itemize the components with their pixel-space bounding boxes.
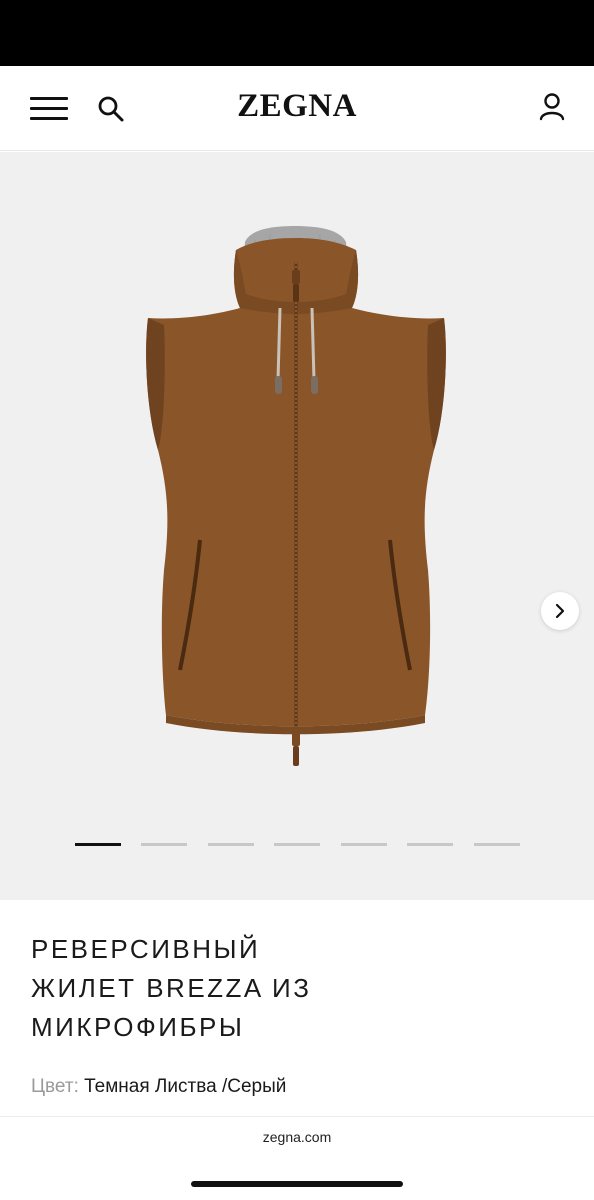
user-account-icon[interactable] bbox=[538, 92, 566, 122]
status-bar bbox=[0, 0, 594, 66]
pagination-dot[interactable] bbox=[274, 843, 320, 846]
product-gallery[interactable] bbox=[0, 152, 594, 900]
product-title-line: РЕВЕРСИВНЫЙ bbox=[31, 934, 261, 964]
brand-logo[interactable]: ZEGNA bbox=[0, 88, 594, 125]
pagination-dot[interactable] bbox=[341, 843, 387, 846]
gallery-next-button[interactable] bbox=[541, 592, 579, 630]
color-label: Цвет: bbox=[31, 1076, 79, 1097]
browser-url-bar[interactable]: zegna.com bbox=[0, 1116, 594, 1200]
product-image-vest bbox=[146, 226, 446, 766]
product-title: РЕВЕРСИВНЫЙ ЖИЛЕТ BREZZA ИЗ МИКРОФИБРЫ bbox=[31, 930, 451, 1047]
color-value: Темная Листва /Серый bbox=[84, 1076, 287, 1097]
product-color: Цвет: Темная Листва /Серый bbox=[31, 1076, 286, 1098]
chevron-right-icon bbox=[555, 603, 565, 619]
url-text[interactable]: zegna.com bbox=[0, 1129, 594, 1145]
pagination-dot[interactable] bbox=[141, 843, 187, 846]
pagination-dot[interactable] bbox=[474, 843, 520, 846]
product-title-line: МИКРОФИБРЫ bbox=[31, 1012, 245, 1042]
product-title-line: ЖИЛЕТ BREZZA ИЗ bbox=[31, 973, 312, 1003]
pagination-dot[interactable] bbox=[208, 843, 254, 846]
product-info: РЕВЕРСИВНЫЙ ЖИЛЕТ BREZZA ИЗ МИКРОФИБРЫ Ц… bbox=[0, 900, 594, 1200]
pagination-dot[interactable] bbox=[407, 843, 453, 846]
home-indicator[interactable] bbox=[191, 1181, 403, 1187]
gallery-pagination bbox=[75, 843, 520, 849]
pagination-dot[interactable] bbox=[75, 843, 121, 846]
site-header: ZEGNA bbox=[0, 66, 594, 151]
